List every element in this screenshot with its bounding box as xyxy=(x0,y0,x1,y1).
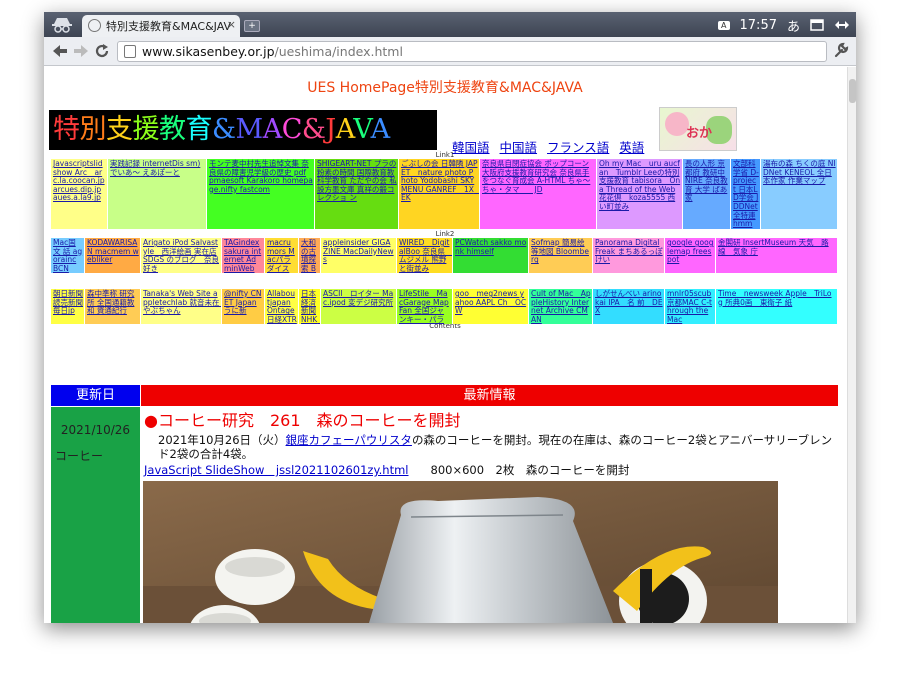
link-cell[interactable]: 奈良県自閉症協会 ポップコーン 大阪府支援教育研究会 奈良県手をつなぐ育成会 A… xyxy=(480,159,596,229)
link-cell[interactable]: モンテ麦中村先生追悼文集 奈良県の障害児学級の歴史 pdf pmaesoft K… xyxy=(207,159,314,229)
url-host: www.sikasenbey.or.jp xyxy=(142,44,275,59)
link-cell[interactable]: @nifty CNET Japan うに新 xyxy=(222,289,264,324)
system-tray: A 17:57 あ xyxy=(718,15,850,35)
coffee-photo[interactable] xyxy=(143,481,778,623)
logo-letter: M xyxy=(235,114,264,145)
tab-strip: 特別支援教育&MAC&JAV × + A 17:57 あ xyxy=(44,12,856,37)
link-cell[interactable]: LifeStile MacGarage MapFan 全国ジャンキー・パラ ダイ… xyxy=(397,289,452,324)
url-path: /ueshima/index.html xyxy=(274,44,403,59)
entry-body: 2021年10月26日（火）銀座カフェーパウリスタの森のコーヒーを開封。現在の在… xyxy=(144,433,834,461)
link-cell[interactable]: WIRED DigitalBoo 奈良県 ムジメル 熊野と街並み xyxy=(397,238,452,273)
link-cell[interactable]: 実践記録 internetDis sm) でいあ～ えあぽーと xyxy=(108,159,206,229)
address-bar[interactable]: www.sikasenbey.or.jp/ueshima/index.html xyxy=(117,41,827,62)
entry-meta-column: 2021/10/26 コーヒー xyxy=(51,407,140,623)
scrollbar-thumb[interactable] xyxy=(849,79,856,103)
link-cell[interactable]: mnlr05scub 京都MAC C-through the Mac xyxy=(665,289,715,324)
link-cell[interactable]: TAGindex sakura internet AdminWeb xyxy=(222,238,264,273)
link-cell[interactable]: 金閣研 InsertMuseum 天気 路線 気象 庁 xyxy=(716,238,837,273)
logo-letter: 別 xyxy=(79,114,107,145)
logo-letter: & xyxy=(301,114,326,145)
link1-label: Link1 xyxy=(435,151,455,159)
close-tab-icon[interactable]: × xyxy=(227,18,236,31)
link-cell[interactable]: Allaboutjapan Ontage 日経XTREND xyxy=(265,289,298,324)
link2-label: Link2 xyxy=(435,230,455,238)
link-cell[interactable]: Sofmap 簡易絵等地図 Bloomberg xyxy=(529,238,592,273)
link-cell[interactable]: 長の人形 京都府 教研中 NIRE 奈良教育 大学 ばあ家 xyxy=(683,159,730,229)
site-logo: 特別支援教育&MAC&JAVA xyxy=(49,110,437,150)
link-cell[interactable]: Cult of Mac AppleHistory Internet Archiv… xyxy=(529,289,592,324)
link-cell[interactable]: 森中準称 研究 所 全国通籍教和 資通紀行 xyxy=(85,289,140,324)
link-cell[interactable]: 文部科学省 D-project 日本LD学会 JDDNet 全特連 hmmmlo… xyxy=(731,159,760,229)
resize-icon[interactable] xyxy=(834,19,850,31)
slideshow-link[interactable]: JavaScript SlideShow jssl2021102601zy.ht… xyxy=(144,463,409,477)
forward-icon[interactable] xyxy=(73,44,89,58)
entry-category: コーヒー xyxy=(55,449,104,463)
reload-icon[interactable] xyxy=(94,43,110,59)
header-illustration: おか xyxy=(659,107,737,151)
entry-body-prefix: 2021年10月26日（火） xyxy=(158,433,286,447)
link-cell[interactable]: Panorama DigitalFreak まちあるっぽ けい xyxy=(593,238,664,273)
logo-letter: 特 xyxy=(53,114,80,145)
logo-letter: A xyxy=(335,114,354,145)
logo-letter: J xyxy=(325,114,336,145)
link-cell[interactable]: google googlemap freespot xyxy=(665,238,715,273)
site-title: UES HomePage特別支援教育&MAC&JAVA xyxy=(307,80,583,96)
link-cell[interactable]: Arigato iPod Salvastyle 西洋絵画 実在店 SDGS のブ… xyxy=(141,238,221,273)
link-cell[interactable]: appleinsider GIGAZINE MacDailyNews xyxy=(321,238,396,273)
entry-title: ●コーヒー研究 261 森のコーヒーを開封 xyxy=(144,411,461,430)
latest-news-header: 最新情報 xyxy=(141,385,838,406)
page-viewport: UES HomePage特別支援教育&MAC&JAVA 特別支援教育&MAC&J… xyxy=(44,67,856,623)
link-cell[interactable]: 日本経済新聞 NHK NHKnara artscape IMA xyxy=(299,289,320,324)
logo-letter: 支 xyxy=(106,114,133,145)
back-icon[interactable] xyxy=(52,44,68,58)
logo-letter: V xyxy=(353,114,371,145)
link-cell[interactable]: Time newsweek Apple TriLog 所典0画 東衛子 紙 xyxy=(716,289,837,324)
update-date-header: 更新日 xyxy=(51,385,140,406)
logo-letter: 教 xyxy=(159,114,186,145)
logo-letter: & xyxy=(212,114,236,145)
globe-icon xyxy=(88,19,101,32)
illustration-text: おか xyxy=(686,126,713,141)
browser-tab[interactable]: 特別支援教育&MAC&JAV × xyxy=(82,15,240,37)
logo-letter: A xyxy=(262,114,283,145)
link-cell[interactable]: Mac国文 話 agorainc BCN xyxy=(51,238,84,273)
clock: 17:57 xyxy=(739,17,777,33)
link-cell[interactable]: PCWatch sakko monk himself xyxy=(453,238,528,273)
entry-date: 2021/10/26 xyxy=(60,423,131,437)
link-cell[interactable]: 湯布の森 ちくの庭 NIDNet KENEOL 全日本作家 作業マップ xyxy=(761,159,837,229)
link-cell[interactable]: しがせんべい arinokai IPA 名 前 DEX xyxy=(593,289,664,324)
logo-letter: 育 xyxy=(185,114,213,145)
link-cell[interactable]: goo meg2news yahoo AAPL Ch OCW xyxy=(453,289,528,324)
browser-window: 特別支援教育&MAC&JAV × + A 17:57 あ www.sikasen… xyxy=(44,12,856,623)
keyboard-indicator[interactable]: A xyxy=(718,20,730,30)
browser-toolbar: www.sikasenbey.or.jp/ueshima/index.html xyxy=(44,37,856,66)
tab-title: 特別支援教育&MAC&JAV xyxy=(106,20,232,33)
window-icon[interactable] xyxy=(810,19,824,31)
ginza-paulista-link[interactable]: 銀座カフェーパウリスタ xyxy=(286,433,412,447)
link-cell[interactable]: macrumors Macパラダイス くまめくり xyxy=(265,238,298,273)
link-cell[interactable]: SHIGEART-NET プラの粉素の時間 国際教育教科学教育 ただやの会 私設… xyxy=(315,159,398,229)
page-icon xyxy=(124,45,136,58)
incognito-icon xyxy=(52,18,72,33)
slideshow-info: 800×600 2枚 森のコーヒーを開封 xyxy=(430,463,630,477)
vertical-scrollbar[interactable] xyxy=(847,67,856,623)
link-cell[interactable]: KODAWARISAN macmem webliker xyxy=(85,238,140,273)
link-cell[interactable]: Oh my Mac uru aucfan Tumblr Leeの特別支援教育 t… xyxy=(597,159,682,229)
slideshow-line: JavaScript SlideShow jssl2021102601zy.ht… xyxy=(144,462,834,478)
logo-letter: 援 xyxy=(132,114,160,145)
link-cell[interactable]: ごぶしの会 日韓隣 JAPET nature photo Photo Yodob… xyxy=(399,159,479,229)
wrench-icon[interactable] xyxy=(833,42,849,58)
news-entry: ●コーヒー研究 261 森のコーヒーを開封 2021年10月26日（火）銀座カフ… xyxy=(144,407,834,478)
link-cell[interactable]: Tanaka's Web Site appletechlab 就音未在 やぶちゃ… xyxy=(141,289,221,324)
link-cell[interactable]: 朝日新聞 読売新聞 毎日jp xyxy=(51,289,84,324)
link-cell[interactable]: ASCII ロイター Mac.ipod 変デジ研究所 xyxy=(321,289,396,324)
new-tab-button[interactable]: + xyxy=(244,20,260,32)
ime-indicator[interactable]: あ xyxy=(787,16,800,35)
link-cell[interactable]: 大和の古墳探索 Babletech itea40 UAG美術家 研究所 xyxy=(299,238,320,273)
link-cell[interactable]: Javascriptslidshow Arc arc.la.coocan.jp … xyxy=(51,159,107,229)
logo-letter: A xyxy=(370,114,391,145)
logo-letter: C xyxy=(281,114,303,145)
